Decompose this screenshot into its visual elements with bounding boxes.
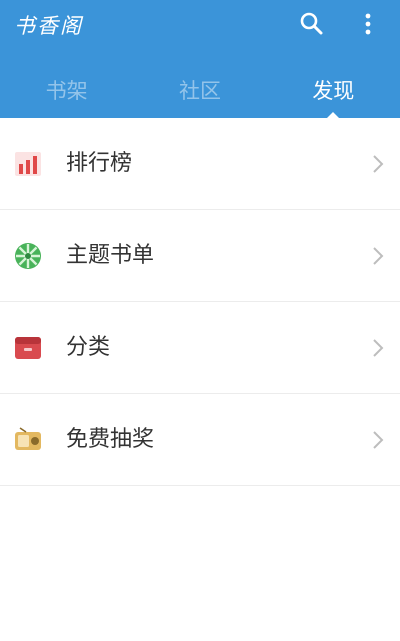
app-title: 书香阁 [14, 14, 83, 38]
list-item-theme-booklist[interactable]: 主题书单 [0, 210, 400, 302]
more-options-button[interactable] [352, 8, 384, 40]
tab-bar: 书架 社区 发现 [0, 62, 400, 118]
list-item-label: 排行榜 [66, 151, 133, 176]
tab-label: 发现 [312, 79, 355, 103]
list-item-category[interactable]: 分类 [0, 302, 400, 394]
green-wheel-icon [15, 243, 41, 269]
tab-bookshelf[interactable]: 书架 [0, 62, 133, 118]
list-item-ranking[interactable]: 排行榜 [0, 118, 400, 210]
chevron-right-icon [373, 339, 384, 357]
tab-discover[interactable]: 发现 [267, 62, 400, 118]
more-vert-icon [365, 13, 371, 35]
list-item-label: 主题书单 [66, 243, 155, 268]
search-button[interactable] [296, 8, 328, 40]
tab-community[interactable]: 社区 [133, 62, 266, 118]
chevron-right-icon [373, 247, 384, 265]
list-item-free-lottery[interactable]: 免费抽奖 [0, 394, 400, 486]
chevron-right-icon [373, 431, 384, 449]
tab-label: 书架 [45, 79, 88, 103]
chevron-right-icon [373, 155, 384, 173]
category-box-icon [15, 337, 41, 359]
tab-label: 社区 [178, 79, 221, 103]
search-icon [300, 12, 323, 35]
lottery-radio-icon [15, 427, 41, 450]
discover-list: 排行榜 主题书单 分类 免费抽奖 [0, 118, 400, 486]
app-bar: 书香阁 书架 社区 发现 [0, 0, 400, 118]
list-item-label: 免费抽奖 [66, 427, 155, 452]
bar-chart-icon [15, 152, 41, 176]
list-item-label: 分类 [66, 335, 111, 360]
